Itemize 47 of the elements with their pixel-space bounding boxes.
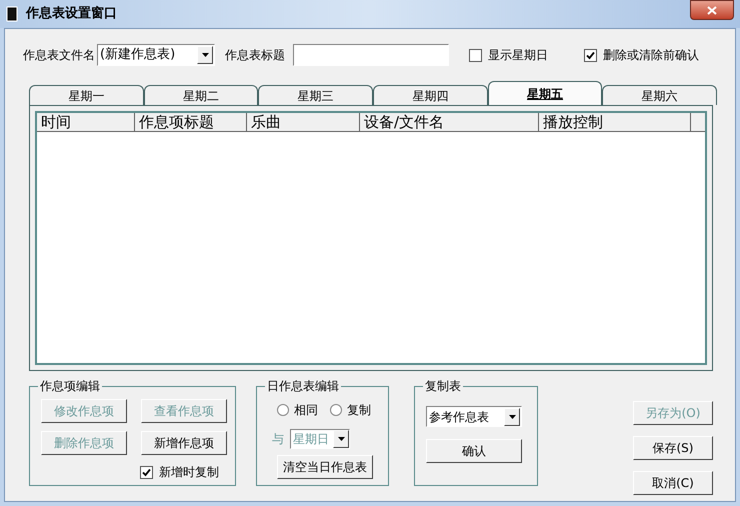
file-name-dropdown[interactable]: (新建作息表) [97, 44, 215, 66]
push-button[interactable]: 取消(C) [633, 471, 713, 495]
push-button[interactable]: 新增作息项 [141, 431, 227, 455]
field-label: 作息表标题 [225, 47, 285, 64]
day-tab[interactable]: 星期三 [258, 85, 374, 105]
column-header[interactable]: 设备/文件名 [360, 113, 539, 132]
down-arrow-icon [508, 414, 516, 418]
checkmark-icon [142, 468, 151, 476]
group-title: 作息项编辑 [38, 378, 102, 394]
push-button[interactable]: 确认 [426, 439, 522, 463]
field-label: 作息表文件名 [23, 47, 95, 64]
checkbox-label: 新增时复制 [159, 464, 219, 481]
radio-button[interactable] [277, 404, 289, 416]
down-arrow-icon [338, 437, 344, 441]
radio-label: 相同 [294, 402, 318, 419]
close-icon [707, 6, 717, 14]
column-header[interactable]: 作息项标题 [135, 113, 247, 132]
field-label: 与 [272, 431, 284, 448]
day-tab[interactable]: 星期一 [29, 85, 144, 105]
checkbox[interactable] [469, 48, 482, 62]
group-title: 日作息表编辑 [265, 378, 341, 394]
checkbox[interactable] [584, 48, 597, 62]
radio-label: 复制 [347, 402, 371, 419]
checkbox-label: 显示星期日 [488, 47, 548, 64]
down-arrow-icon [202, 53, 208, 57]
column-header[interactable]: 时间 [37, 113, 135, 132]
checkmark-icon [586, 50, 595, 60]
radio-button[interactable] [330, 404, 342, 416]
app-icon [6, 6, 18, 22]
title-input-field[interactable] [293, 44, 449, 66]
dropdown-button[interactable] [197, 46, 213, 64]
window-title: 作息表设置窗口 [26, 4, 118, 24]
day-tab[interactable]: 星期四 [373, 85, 488, 105]
push-button[interactable]: 保存(S) [633, 436, 713, 460]
push-button[interactable]: 清空当日作息表 [277, 455, 373, 479]
column-header[interactable]: 乐曲 [247, 113, 360, 132]
reference-dropdown[interactable]: 参考作息表 [426, 406, 522, 427]
dropdown-button[interactable] [504, 408, 520, 426]
day-tab[interactable]: 星期二 [144, 85, 258, 105]
column-header [691, 113, 705, 132]
day-tab[interactable]: 星期六 [602, 85, 718, 105]
close-button[interactable] [690, 0, 734, 20]
day-tab[interactable]: 星期五 [488, 81, 602, 105]
checkbox[interactable] [140, 466, 153, 478]
column-header[interactable]: 播放控制 [539, 113, 691, 132]
checkbox-label: 删除或清除前确认 [603, 47, 699, 64]
group-title: 复制表 [423, 378, 463, 394]
